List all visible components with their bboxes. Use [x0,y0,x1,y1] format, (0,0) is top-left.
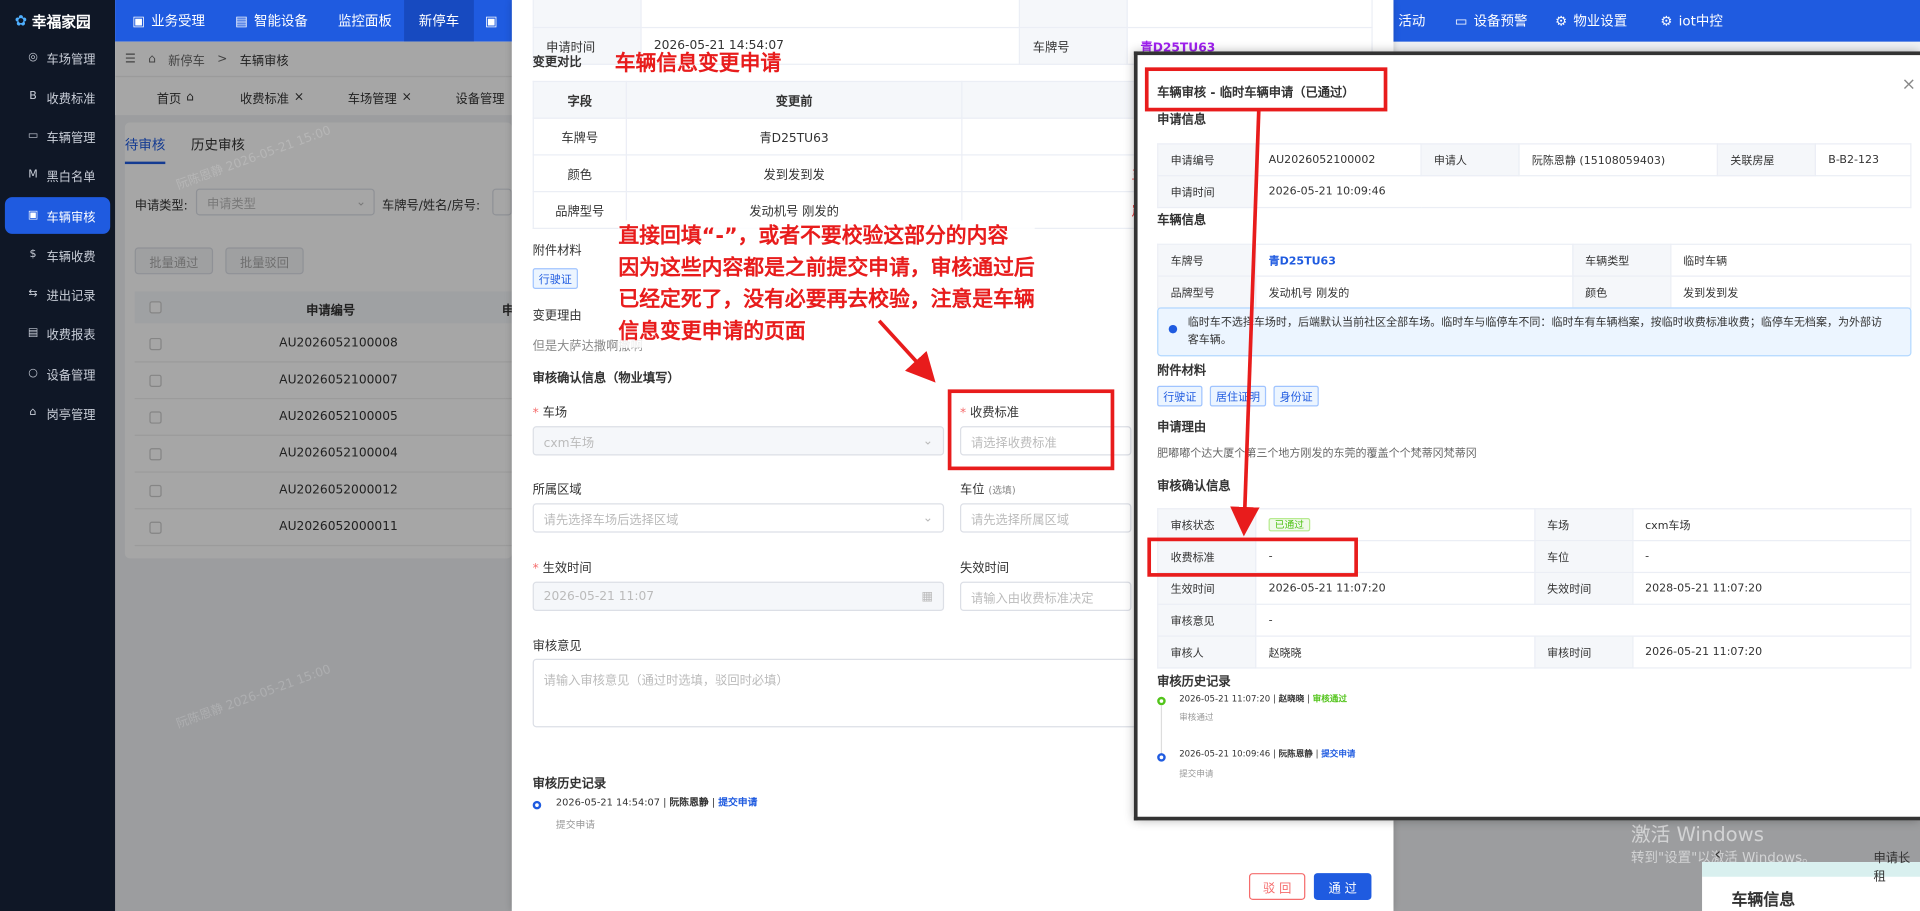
arrow-to-fee [877,319,936,383]
annotation-arrows [877,110,1261,537]
arrow-to-fee-value [1230,110,1261,537]
